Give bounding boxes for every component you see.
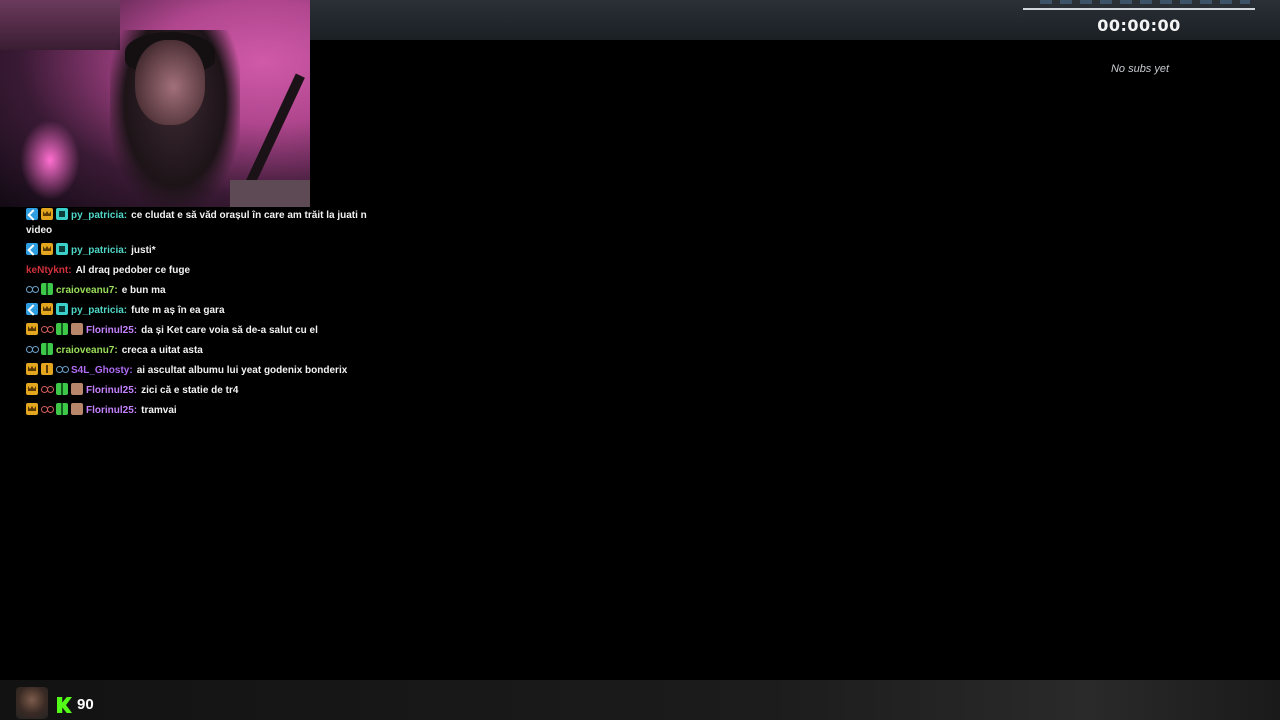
- timer-progress-line: [1023, 8, 1255, 10]
- glasses-badge-icon: [26, 343, 39, 355]
- mod-badge-icon: [26, 208, 38, 220]
- bottom-bar: [0, 680, 1280, 720]
- chat-overlay: py_patricia: ce cludat e să văd orașul în…: [26, 208, 386, 423]
- crown-badge-icon: [41, 303, 53, 315]
- chat-message: Florinul25: zici că e statie de tr4: [26, 383, 386, 398]
- gift-badge-icon: [41, 343, 53, 355]
- crown-badge-icon: [26, 363, 38, 375]
- glasses-badge-icon: [41, 323, 54, 335]
- chat-username: S4L_Ghosty:: [71, 365, 133, 376]
- chat-username: keNtyknt:: [26, 265, 72, 276]
- chat-message: Florinul25: da și Ket care voia să de-a s…: [26, 323, 386, 338]
- sub-badge-icon: [56, 208, 68, 220]
- bits-badge-icon: [41, 363, 53, 375]
- chat-text: e bun ma: [121, 285, 166, 296]
- sub-badge-icon: [56, 243, 68, 255]
- cat-badge-icon: [71, 323, 83, 335]
- glasses-badge-icon: [41, 403, 54, 415]
- chat-username: py_patricia:: [71, 305, 128, 316]
- glasses-badge-icon: [26, 283, 39, 295]
- chat-username: Florinul25:: [86, 405, 138, 416]
- mod-badge-icon: [26, 243, 38, 255]
- chat-text: Al draq pedober ce fuge: [75, 265, 191, 276]
- streamer-avatar: [16, 687, 48, 719]
- chat-message: craioveanu7: creca a uitat asta: [26, 343, 386, 358]
- chat-username: py_patricia:: [71, 245, 128, 256]
- gift-badge-icon: [56, 383, 68, 395]
- chat-text: zici că e statie de tr4: [141, 385, 239, 396]
- chat-text: creca a uitat asta: [121, 345, 203, 356]
- chat-message: py_patricia: ce cludat e să văd orașul în…: [26, 208, 386, 238]
- chat-text: ai ascultat albumu lui yeat godenix bond…: [136, 365, 348, 376]
- chat-text: justi*: [131, 245, 156, 256]
- crown-badge-icon: [26, 383, 38, 395]
- chat-message: craioveanu7: e bun ma: [26, 283, 386, 298]
- crown-badge-icon: [41, 208, 53, 220]
- gift-badge-icon: [56, 403, 68, 415]
- cat-badge-icon: [71, 383, 83, 395]
- chat-username: craioveanu7:: [56, 345, 118, 356]
- gift-badge-icon: [41, 283, 53, 295]
- chat-text: tramvai: [141, 405, 177, 416]
- progress-dots: [1040, 0, 1250, 4]
- chat-message: py_patricia: fute m aș în ea gara: [26, 303, 386, 318]
- chat-username: Florinul25:: [86, 385, 138, 396]
- crown-badge-icon: [41, 243, 53, 255]
- chat-username: py_patricia:: [71, 210, 128, 221]
- mod-badge-icon: [26, 303, 38, 315]
- sub-badge-icon: [56, 303, 68, 315]
- glasses-badge-icon: [56, 363, 69, 375]
- chat-text: fute m aș în ea gara: [131, 305, 225, 316]
- gift-badge-icon: [56, 323, 68, 335]
- chat-message: py_patricia: justi*: [26, 243, 386, 258]
- glasses-badge-icon: [41, 383, 54, 395]
- crown-badge-icon: [26, 323, 38, 335]
- crown-badge-icon: [26, 403, 38, 415]
- cat-badge-icon: [71, 403, 83, 415]
- chat-username: Florinul25:: [86, 325, 138, 336]
- chat-message: keNtyknt: Al draq pedober ce fuge: [26, 263, 386, 278]
- chat-username: craioveanu7:: [56, 285, 118, 296]
- chat-message: S4L_Ghosty: ai ascultat albumu lui yeat g…: [26, 363, 386, 378]
- webcam-feed: [0, 0, 310, 207]
- chat-message: Florinul25: tramvai: [26, 403, 386, 418]
- viewer-count: 90: [77, 696, 94, 713]
- chat-text: da și Ket care voia să de-a salut cu el: [141, 325, 318, 336]
- subs-empty-text: No subs yet: [1110, 63, 1170, 75]
- stream-timer: 00:00:00: [1097, 16, 1181, 35]
